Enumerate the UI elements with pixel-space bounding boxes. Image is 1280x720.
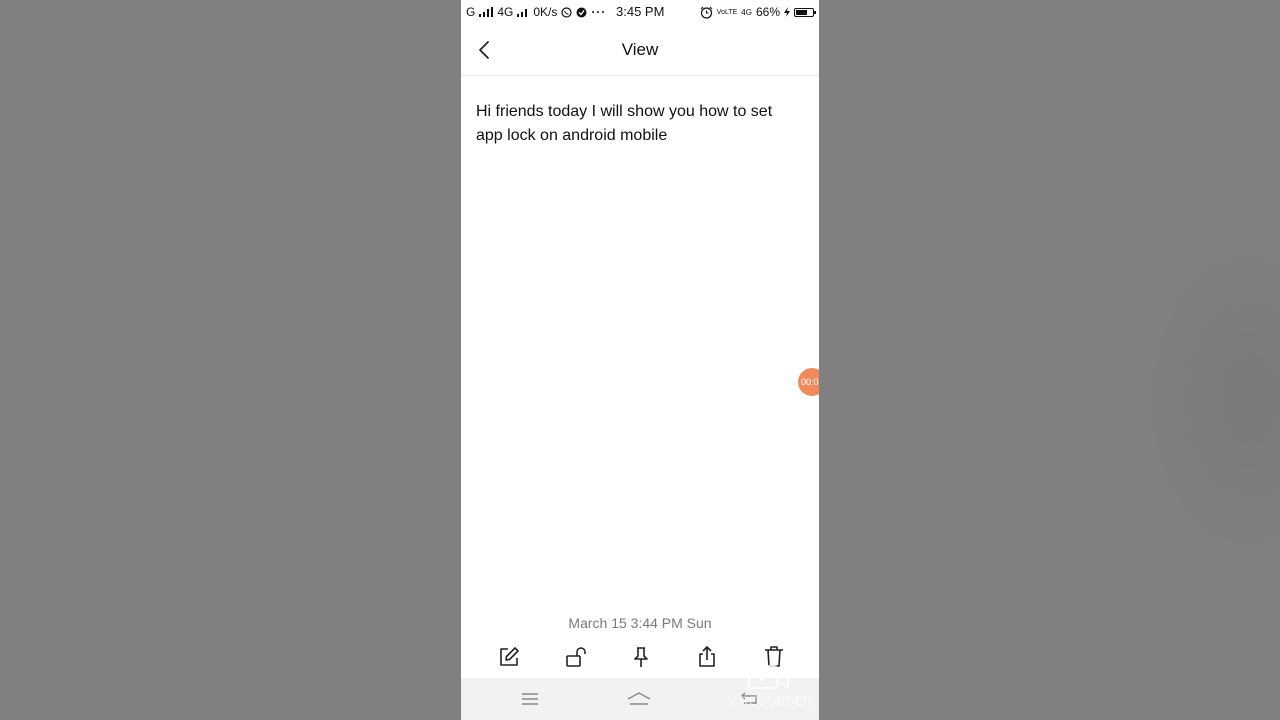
unlock-icon[interactable] [563, 644, 589, 670]
home-icon[interactable] [627, 688, 651, 710]
menu-icon[interactable] [518, 688, 542, 710]
note-body[interactable]: Hi friends today I will show you how to … [476, 100, 801, 148]
pin-icon[interactable] [628, 644, 654, 670]
edit-icon[interactable] [496, 644, 522, 670]
recorder-timer: 00:0 [801, 377, 819, 387]
system-nav-bar [461, 678, 819, 720]
volte-label: VoLTE [716, 8, 738, 16]
share-icon[interactable] [694, 644, 720, 670]
whatsapp-icon [561, 6, 572, 18]
top-bar: View [461, 24, 819, 76]
battery-icon [794, 7, 816, 17]
carrier-label: G [466, 5, 476, 19]
delete-icon[interactable] [761, 644, 787, 670]
status-time: 3:45 PM [616, 4, 665, 19]
recorder-bubble[interactable]: 00:0 [798, 368, 819, 396]
status-right: VoLTE 4G 66% [700, 5, 816, 19]
status-bar: G 4G 0K/s ··· 3:45 PM VoLTE 4G 66% [461, 0, 819, 24]
signal-icon [479, 7, 494, 17]
back-nav-icon[interactable] [737, 688, 761, 710]
alarm-icon [700, 6, 713, 19]
charging-icon [784, 7, 790, 17]
status-left: G 4G 0K/s ··· [466, 5, 606, 19]
network-2-label: 4G [741, 7, 752, 17]
battery-level [796, 9, 807, 15]
battery-percent: 66% [755, 5, 780, 19]
signal-icon-2 [517, 9, 528, 17]
notification-icon [576, 7, 587, 17]
note-toolbar [461, 642, 819, 672]
data-speed: 0K/s [533, 5, 558, 19]
more-notifications-icon: ··· [591, 5, 607, 19]
screen-background: G 4G 0K/s ··· 3:45 PM VoLTE 4G 66% View … [0, 0, 1280, 720]
note-timestamp: March 15 3:44 PM Sun [568, 615, 712, 631]
phone-screen: G 4G 0K/s ··· 3:45 PM VoLTE 4G 66% View … [461, 0, 819, 720]
page-title: View [621, 40, 659, 59]
background-shadow [1140, 240, 1280, 560]
network-label: 4G [497, 5, 514, 19]
